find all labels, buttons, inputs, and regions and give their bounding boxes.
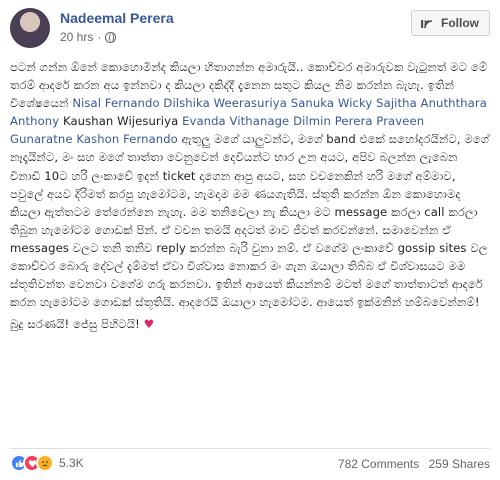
- author-name[interactable]: Nadeemal Perera: [60, 10, 174, 26]
- shares-count-link[interactable]: 259 Shares: [429, 457, 490, 471]
- post-header: Nadeemal Perera 20 hrs · Follow: [10, 8, 490, 48]
- follow-button[interactable]: Follow: [411, 10, 490, 36]
- facebook-post: Nadeemal Perera 20 hrs · Follow පටන් ගන්…: [0, 0, 500, 480]
- heart-emoji: ♥: [143, 317, 155, 332]
- follow-label: Follow: [441, 16, 479, 30]
- engagement-counts: 782 Comments 259 Shares: [332, 457, 490, 471]
- post-paragraph: පටන් ගන්න ඕනේ කොහොමින්ද කියලා හිතාගන්න අ…: [10, 58, 490, 311]
- post-text-plain-name: Kaushan Wijesuriya: [59, 114, 183, 129]
- divider: [10, 448, 490, 449]
- comments-count-link[interactable]: 782 Comments: [338, 457, 419, 471]
- sad-reaction-icon: [36, 454, 54, 472]
- follow-icon: [421, 20, 433, 29]
- post-body: පටන් ගන්න ඕනේ කොහොමින්ද කියලා හිතාගන්න අ…: [10, 58, 490, 333]
- post-paragraph: බුදු සරණයි! ජේසු පිහිටයි! ♥: [10, 315, 490, 333]
- post-text-body: ඇතුලු මගේ යාලුවන්ට, මගේ band එකේ සහෝදරයි…: [10, 132, 490, 310]
- post-meta: 20 hrs ·: [60, 30, 117, 44]
- post-time[interactable]: 20 hrs: [60, 30, 93, 44]
- post-footer: 5.3K 782 Comments 259 Shares: [10, 451, 490, 475]
- avatar[interactable]: [10, 8, 50, 48]
- reactions-summary[interactable]: 5.3K: [10, 454, 84, 472]
- post-text-closing: බුදු සරණයි! ජේසු පිහිටයි!: [10, 317, 144, 332]
- globe-icon: [105, 31, 117, 43]
- reactions-count: 5.3K: [59, 456, 84, 470]
